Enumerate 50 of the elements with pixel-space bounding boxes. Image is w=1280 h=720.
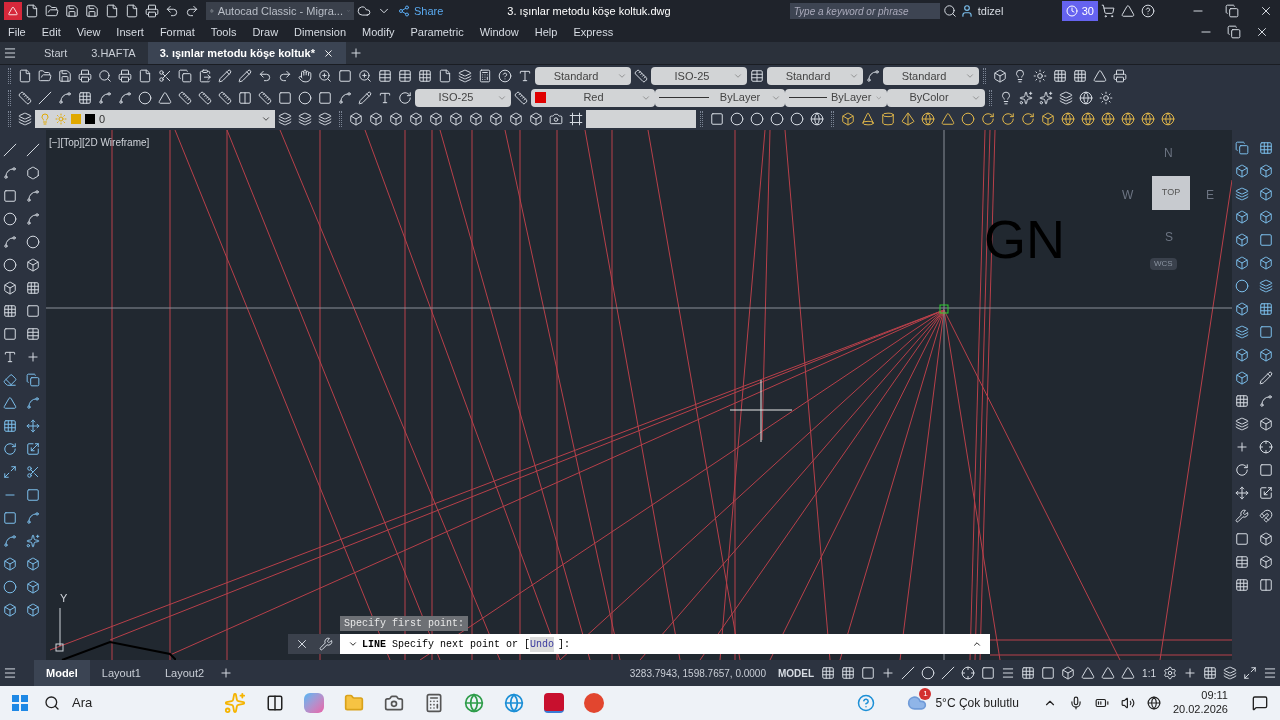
viewcube-face[interactable]: TOP [1152,176,1190,210]
menu-item[interactable]: Edit [41,23,61,41]
search-label: Ara [72,694,93,713]
layer-dropdown[interactable]: 0 [35,110,275,129]
menu-item[interactable]: File [8,23,26,41]
multileader-style-dropdown[interactable]: Standard [883,66,979,85]
layout-tab[interactable]: Model [34,660,90,686]
weather-text[interactable]: 5°C Çok bulutlu [935,694,1019,712]
viewport-controls[interactable]: [−][Top][2D Wireframe] [49,135,150,150]
command-tooltip: Specify first point: [340,616,469,631]
linetype-dropdown[interactable]: ByLayer [655,88,785,107]
menu-item[interactable]: Parametric [410,23,464,41]
menu-item[interactable]: Draw [252,23,279,41]
workspace-dropdown[interactable]: Autocad Classic - Migra... [206,2,354,20]
window-title: 3. ışınlar metodu köşe koltuk.dwg [507,3,671,19]
menu-item[interactable]: Dimension [294,23,347,41]
menu-item[interactable]: Express [573,23,614,41]
scale-dropdown[interactable]: 1:1 [1138,665,1160,681]
taskbar-search[interactable]: Ara [44,693,224,713]
trial-badge[interactable]: 30 [1061,1,1098,21]
dimension-style-dropdown[interactable]: ISO-25 [415,88,511,107]
command-option[interactable]: Undo [530,636,555,652]
file-tab[interactable]: Start [32,42,80,64]
lineweight-dropdown[interactable]: ByLayer [785,88,887,107]
command-prompt-end: ]: [558,637,571,652]
menu-item[interactable]: View [76,23,101,41]
search-field[interactable]: Type a keyword or phrase [789,3,940,19]
notification-badge: 1 [919,688,932,700]
text-style-dropdown[interactable]: Standard [535,66,631,85]
menu-item[interactable]: Modify [362,23,395,41]
command-prompt: LINE Specify next point or [ [362,637,531,652]
layout-tab[interactable]: Layout2 [152,660,217,686]
menu-item[interactable]: Insert [116,23,144,41]
menu-item[interactable]: Format [159,23,195,41]
dimension-style-dropdown[interactable]: ISO-25 [651,66,747,85]
table-style-dropdown[interactable]: Standard [767,66,863,85]
user-name[interactable]: tdizel [977,2,1062,20]
layout-tab[interactable]: Layout1 [89,660,153,686]
menu-item[interactable]: Help [534,23,558,41]
color-dropdown[interactable]: Red [531,88,655,107]
menu-item[interactable]: Tools [210,23,237,41]
model-space-button[interactable]: MODEL [774,665,819,681]
coordinates-readout[interactable]: 3283.7943, 1598.7657, 0.0000 [621,665,774,681]
menu-item[interactable]: Window [479,23,519,41]
share-button[interactable]: Share [394,2,448,20]
clock[interactable]: 09:11 20.02.2026 [1172,689,1228,717]
file-tab[interactable]: 3.HAFTA [79,42,148,64]
file-tab[interactable]: 3. ışınlar metodu köşe koltuk* [147,42,346,64]
axis-label: Y [60,591,68,606]
plot-style-dropdown[interactable]: ByColor [887,88,985,107]
